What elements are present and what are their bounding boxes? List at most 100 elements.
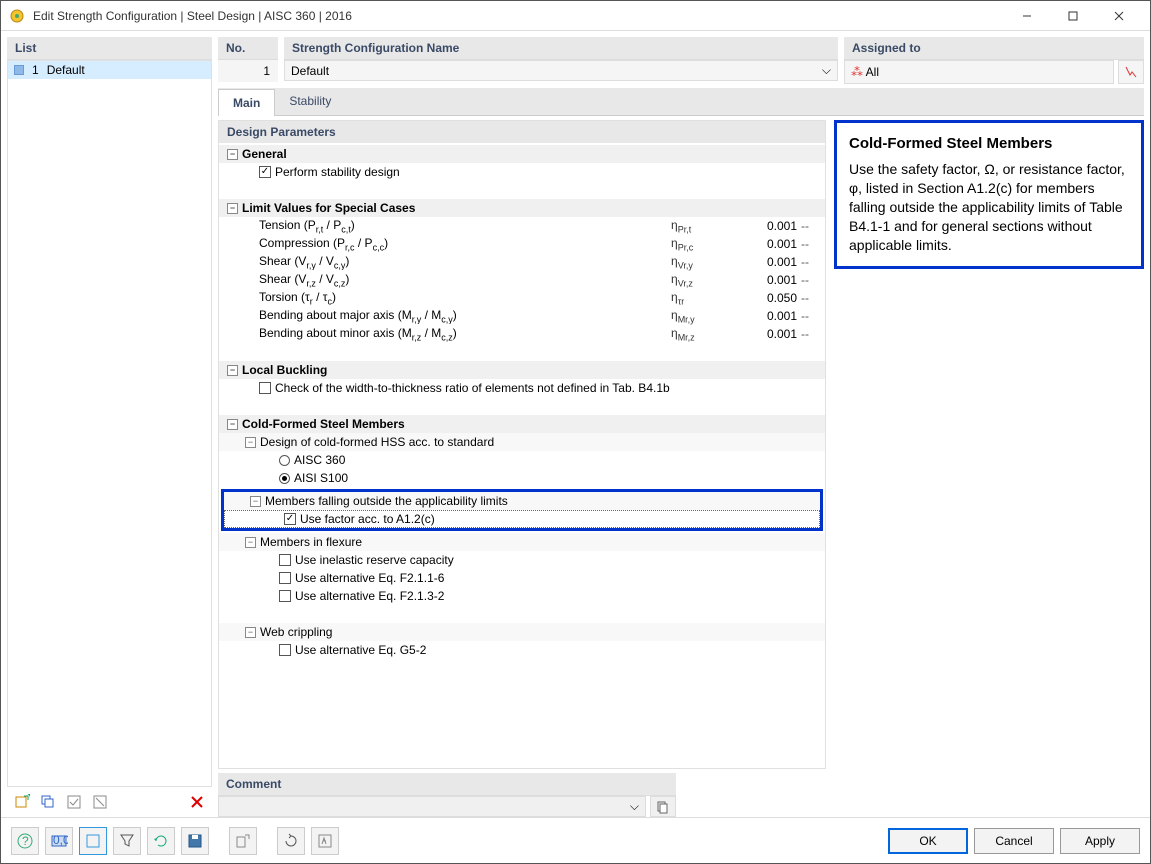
view-button[interactable] <box>79 827 107 855</box>
radio-icon[interactable] <box>279 473 290 484</box>
tab-main[interactable]: Main <box>218 89 275 116</box>
subsection-hss-standard[interactable]: − Design of cold-formed HSS acc. to stan… <box>219 433 825 451</box>
option-use-factor-a12c[interactable]: Use factor acc. to A1.2(c) <box>224 510 820 528</box>
collapse-icon[interactable]: − <box>227 365 238 376</box>
limit-bend-z[interactable]: Bending about minor axis (Mr,z / Mc,z) η… <box>219 325 825 343</box>
section-limit-values[interactable]: − Limit Values for Special Cases <box>219 199 825 217</box>
cancel-button[interactable]: Cancel <box>974 828 1054 854</box>
limit-tension[interactable]: Tension (Pr,t / Pc,t) ηPr,t 0.001 -- <box>219 217 825 235</box>
radio-aisi-s100[interactable]: AISI S100 <box>219 469 825 487</box>
assigned-header: Assigned to <box>844 37 1144 60</box>
parameters-grid: Design Parameters − General Perform stab… <box>218 120 826 769</box>
new-item-button[interactable]: ✦ <box>11 791 33 813</box>
limit-shear-z[interactable]: Shear (Vr,z / Vc,z) ηVr,z 0.001 -- <box>219 271 825 289</box>
dialog-window: Edit Strength Configuration | Steel Desi… <box>0 0 1151 864</box>
checkbox-icon[interactable] <box>279 644 291 656</box>
option-inelastic-reserve[interactable]: Use inelastic reserve capacity <box>219 551 825 569</box>
highlighted-section: − Members falling outside the applicabil… <box>221 489 823 531</box>
chevron-down-icon: ⌵ <box>822 63 831 78</box>
list-body[interactable]: 1 Default <box>7 60 212 787</box>
name-select[interactable]: Default ⌵ <box>284 60 838 81</box>
limit-shear-y[interactable]: Shear (Vr,y / Vc,y) ηVr,y 0.001 -- <box>219 253 825 271</box>
name-header: Strength Configuration Name <box>284 37 838 60</box>
collapse-icon[interactable]: − <box>227 419 238 430</box>
comment-header: Comment <box>218 773 676 796</box>
app-icon <box>9 8 25 24</box>
maximize-button[interactable] <box>1050 1 1096 31</box>
main-panel: No. 1 Strength Configuration Name Defaul… <box>218 37 1144 817</box>
tab-stability[interactable]: Stability <box>275 88 345 115</box>
uncheck-all-button[interactable] <box>89 791 111 813</box>
checkbox-icon[interactable] <box>279 572 291 584</box>
list-item-color-icon <box>14 65 24 75</box>
chevron-down-icon: ⌵ <box>630 799 639 814</box>
info-title: Cold-Formed Steel Members <box>849 135 1129 152</box>
svg-text:✦: ✦ <box>25 794 30 801</box>
checkbox-icon[interactable] <box>259 382 271 394</box>
filter-button[interactable] <box>113 827 141 855</box>
save-settings-button[interactable] <box>181 827 209 855</box>
delete-item-button[interactable] <box>186 791 208 813</box>
info-box: Cold-Formed Steel Members Use the safety… <box>834 120 1144 269</box>
list-panel: List 1 Default ✦ <box>7 37 212 817</box>
subsection-flexure[interactable]: − Members in flexure <box>219 533 825 551</box>
titlebar: Edit Strength Configuration | Steel Desi… <box>1 1 1150 31</box>
no-header: No. <box>218 37 278 60</box>
collapse-icon[interactable]: − <box>245 627 256 638</box>
reset-button[interactable] <box>277 827 305 855</box>
info-body: Use the safety factor, Ω, or resistance … <box>849 160 1129 254</box>
checkbox-icon[interactable] <box>279 590 291 602</box>
collapse-icon[interactable]: − <box>245 537 256 548</box>
export-button[interactable] <box>229 827 257 855</box>
refresh-button[interactable] <box>147 827 175 855</box>
limit-torsion[interactable]: Torsion (τr / τc) ητr 0.050 -- <box>219 289 825 307</box>
pick-in-view-button[interactable] <box>1118 60 1144 84</box>
check-all-button[interactable] <box>63 791 85 813</box>
list-header: List <box>7 37 212 60</box>
apply-button[interactable]: Apply <box>1060 828 1140 854</box>
comment-input[interactable]: ⌵ <box>218 796 646 817</box>
assigned-value-field[interactable]: ⁂ All <box>844 60 1114 84</box>
default-button[interactable] <box>311 827 339 855</box>
collapse-icon[interactable]: − <box>245 437 256 448</box>
units-button[interactable]: 0,00 <box>45 827 73 855</box>
subsection-web-crippling[interactable]: − Web crippling <box>219 623 825 641</box>
radio-icon[interactable] <box>279 455 290 466</box>
option-eq-f2-1-1-6[interactable]: Use alternative Eq. F2.1.1-6 <box>219 569 825 587</box>
list-item-name: Default <box>47 63 85 77</box>
collapse-icon[interactable]: − <box>227 149 238 160</box>
minimize-button[interactable] <box>1004 1 1050 31</box>
checkbox-icon[interactable] <box>284 513 296 525</box>
section-local-buckling[interactable]: − Local Buckling <box>219 361 825 379</box>
ok-button[interactable]: OK <box>888 828 968 854</box>
dialog-footer: ? 0,00 OK Cancel Apply <box>1 817 1150 863</box>
radio-aisc-360[interactable]: AISC 360 <box>219 451 825 469</box>
collapse-icon[interactable]: − <box>250 496 261 507</box>
section-cold-formed[interactable]: − Cold-Formed Steel Members <box>219 415 825 433</box>
window-title: Edit Strength Configuration | Steel Desi… <box>33 9 1004 23</box>
list-item[interactable]: 1 Default <box>8 61 211 79</box>
checkbox-icon[interactable] <box>259 166 271 178</box>
list-toolbar: ✦ <box>7 787 212 817</box>
collapse-icon[interactable]: − <box>227 203 238 214</box>
section-general[interactable]: − General <box>219 145 825 163</box>
parameters-header: Design Parameters <box>219 121 825 143</box>
tab-bar: Main Stability <box>218 88 1144 116</box>
subsection-outside-limits[interactable]: − Members falling outside the applicabil… <box>224 492 820 510</box>
option-eq-g5-2[interactable]: Use alternative Eq. G5-2 <box>219 641 825 659</box>
copy-item-button[interactable] <box>37 791 59 813</box>
limit-compression[interactable]: Compression (Pr,c / Pc,c) ηPr,c 0.001 -- <box>219 235 825 253</box>
checkbox-icon[interactable] <box>279 554 291 566</box>
option-width-thickness-check[interactable]: Check of the width-to-thickness ratio of… <box>219 379 825 397</box>
comment-library-button[interactable] <box>650 796 676 817</box>
list-item-no: 1 <box>32 63 39 77</box>
assigned-value: All <box>866 65 879 79</box>
assigned-icon: ⁂ <box>851 65 863 79</box>
option-eq-f2-1-3-2[interactable]: Use alternative Eq. F2.1.3-2 <box>219 587 825 605</box>
help-button[interactable]: ? <box>11 827 39 855</box>
option-perform-stability[interactable]: Perform stability design <box>219 163 825 181</box>
svg-text:?: ? <box>22 834 29 848</box>
no-value: 1 <box>218 60 278 82</box>
limit-bend-y[interactable]: Bending about major axis (Mr,y / Mc,y) η… <box>219 307 825 325</box>
close-button[interactable] <box>1096 1 1142 31</box>
